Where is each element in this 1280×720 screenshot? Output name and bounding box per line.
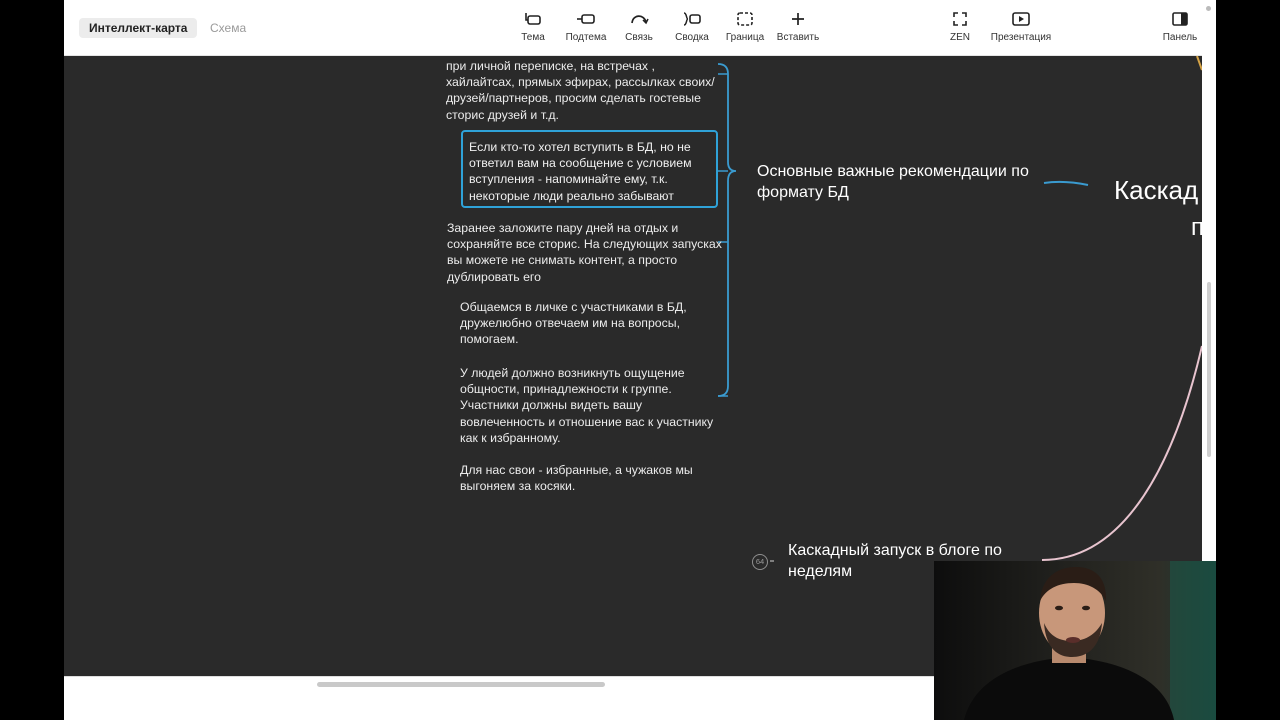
boundary-button[interactable]: Граница (715, 11, 775, 43)
insert-button[interactable]: Вставить (768, 11, 828, 43)
summary-label: Сводка (675, 32, 709, 43)
tab-mindmap[interactable]: Интеллект-карта (79, 18, 198, 38)
summary-button[interactable]: Сводка (662, 11, 722, 43)
horizontal-scroll-thumb[interactable] (317, 682, 605, 687)
zen-button[interactable]: ZEN (930, 11, 990, 43)
sidebar-icon (1172, 12, 1188, 26)
collapsed-count-badge[interactable]: 64 (752, 554, 768, 570)
boundary-icon (737, 12, 753, 26)
note-text[interactable]: Заранее заложите пару дней на отдых и со… (447, 220, 722, 285)
relationship-label: Связь (625, 32, 653, 43)
presentation-label: Презентация (990, 32, 1052, 43)
toolbar: Интеллект-карта Схема Тема Подтема Связь… (64, 0, 1216, 56)
topic-button[interactable]: Тема (503, 11, 563, 43)
tab-diagram[interactable]: Схема (200, 18, 256, 38)
selected-note[interactable]: Если кто-то хотел вступить в БД, но не о… (461, 130, 718, 208)
summary-icon (683, 12, 701, 26)
note-text[interactable]: Для нас свои - избранные, а чужаков мы в… (460, 462, 720, 494)
panel-label: Панель (1162, 32, 1198, 43)
video-border (1216, 0, 1280, 720)
topic-label: Тема (521, 32, 545, 43)
play-icon (1012, 12, 1030, 26)
plus-icon (792, 13, 804, 25)
relationship-button[interactable]: Связь (609, 11, 669, 43)
scroll-indicator-dot (1206, 6, 1211, 11)
note-text[interactable]: Общаемся в личке с участниками в БД, дру… (460, 299, 715, 348)
presenter-video (964, 561, 1216, 720)
zen-label: ZEN (950, 32, 970, 43)
topic-recommendations[interactable]: Основные важные рекомендации по формату … (757, 161, 1029, 203)
vertical-scroll-thumb[interactable] (1207, 282, 1211, 457)
subtopic-icon (577, 14, 595, 24)
note-text[interactable]: У людей должно возникнуть ощущение общно… (460, 365, 715, 446)
presentation-button[interactable]: Презентация (986, 11, 1056, 43)
webcam-overlay (934, 561, 1216, 720)
fullscreen-icon (953, 12, 967, 26)
note-text[interactable]: при личной переписке, на встречах , хайл… (446, 58, 721, 123)
panel-button[interactable]: Панель (1150, 11, 1210, 43)
boundary-label: Граница (725, 32, 765, 43)
insert-label: Вставить (776, 32, 820, 43)
central-topic-line2: п (1191, 214, 1202, 241)
subtopic-label: Подтема (565, 32, 607, 43)
central-topic[interactable]: Каскад (1114, 175, 1198, 206)
subtopic-button[interactable]: Подтема (556, 11, 616, 43)
relationship-icon (631, 15, 649, 25)
topic-icon (525, 13, 541, 25)
